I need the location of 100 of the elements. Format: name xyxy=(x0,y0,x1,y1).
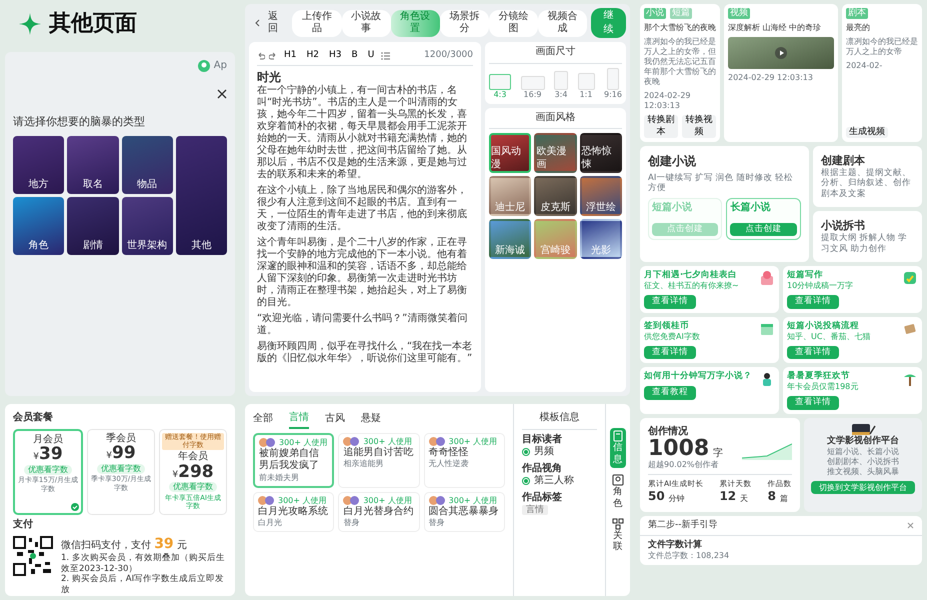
template-card[interactable]: 300+ 人使用 圆合其恶暴暴身 替身 xyxy=(424,492,505,532)
ratio-label: 3:4 xyxy=(554,90,568,100)
sparkle-icon xyxy=(19,13,41,35)
category-tile[interactable]: 角色 xyxy=(13,197,64,256)
category-tab[interactable]: 古风 xyxy=(325,412,345,428)
username: Ap xyxy=(214,60,227,72)
type-tag: 小说 xyxy=(644,8,666,20)
template-title: 奇奇怪怪 xyxy=(428,446,470,459)
undo-icon[interactable] xyxy=(257,52,265,60)
card-title: 小说拆书 xyxy=(820,219,866,233)
close-icon[interactable] xyxy=(217,88,227,98)
ratio-label: 16:9 xyxy=(524,90,542,100)
card-title: 创作情况 xyxy=(648,426,689,438)
article-excerpt: 凛冽如今的我已经是万人之上的女帝，但我仍然无法忘记五百年前那个大雪纷飞的夜晚 xyxy=(644,37,716,88)
back-link[interactable]: 返回 xyxy=(249,10,288,36)
perk-label: 优惠看字数 xyxy=(169,482,217,492)
section-title: 支付 xyxy=(13,519,34,532)
template-card[interactable]: 300+ 人使用 白月光替身合约 替身 xyxy=(338,492,420,532)
template-title: 圆合其恶暴暴身 xyxy=(428,506,500,518)
document-icon xyxy=(612,430,624,442)
list-icon[interactable] xyxy=(381,52,390,60)
step-tab[interactable]: 视频合成 xyxy=(538,10,588,36)
style-option[interactable]: 皮克斯 xyxy=(534,176,577,216)
document-title: 时光 xyxy=(257,70,282,85)
timestamp: 2024-02-29 12:03:13 xyxy=(644,91,692,112)
action-button[interactable]: 生成视频 xyxy=(846,126,888,138)
style-option[interactable]: 国风动漫 xyxy=(489,133,532,173)
payment-note: 2. 购买会员后，AI写作字数生成后立即发放 xyxy=(61,574,226,596)
play-icon[interactable] xyxy=(775,47,787,60)
grid-icon xyxy=(612,518,624,530)
category-tile[interactable]: 其他 xyxy=(176,136,227,256)
create-script-card[interactable]: 创建剧本 根据主题、提纲文献、分析、归纳叙述、创作剧本及文案 xyxy=(812,146,922,208)
avatars-icon xyxy=(343,496,360,505)
side-tab[interactable]: 角色 xyxy=(610,472,626,512)
article-card[interactable]: 视频 深度解析 山海经 中的奇珍 2024-02-29 12:03:13 xyxy=(724,4,838,142)
card-title: 文学影视创作平台 xyxy=(826,436,899,448)
side-tab[interactable]: 关联 xyxy=(610,516,626,556)
article-card[interactable]: 剧本 最亮的 凛冽如今的我已经是万人之上的女帝 2024-02- 生成视频 xyxy=(842,4,922,142)
style-option[interactable]: 迪士尼 xyxy=(489,176,532,216)
promo-subtitle: 知乎、UC、番茄、七猫 xyxy=(787,332,870,342)
template-title: 追能男自讨苦吃 xyxy=(343,446,414,459)
step-tab[interactable]: 小说故事 xyxy=(342,10,391,36)
redo-icon[interactable] xyxy=(269,52,277,60)
ratio-label: 4:3 xyxy=(494,90,506,100)
avatars-icon xyxy=(428,437,445,446)
format-button[interactable]: B xyxy=(348,50,361,62)
unit-label: 天 xyxy=(740,494,748,504)
paragraph: 在一个宁静的小镇上，有一间古朴的书店，名叫“时光书坊”。书店的主人是一个叫清雨的女孩，她今年二十四岁，留着一头乌黑的长发，喜欢穿着简朴的衣裙，每天早晨都会用手工泥茶开始她的一天。清雨从小就对书籍充满热情，她的父母在她年幼时去世，把这间书店留给了她。从那以后，书店不仅是她的生活来源，更是她与过去的联系和未来的希望。 xyxy=(257,85,468,182)
category-tile[interactable]: 剧情 xyxy=(67,197,118,256)
card-title: 创建小说 xyxy=(648,154,697,169)
currency-symbol: ¥ xyxy=(172,470,178,480)
price-value: 39 xyxy=(39,444,63,464)
format-button[interactable]: U xyxy=(364,50,378,62)
style-option[interactable]: 恐怖惊悚 xyxy=(580,133,622,173)
stat-value: 50 xyxy=(648,488,665,504)
section-title: 画面风格 xyxy=(489,112,622,129)
option-title: 长篇小说 xyxy=(730,202,772,214)
template-card[interactable]: 300+ 人使用 被前嫂弟自信男后我发疯了 前未婚夫男 xyxy=(253,432,334,488)
template-card[interactable]: 300+ 人使用 奇奇怪怪 无人性逆袭 xyxy=(424,432,505,488)
price-value: 99 xyxy=(112,443,136,463)
format-button[interactable]: H1 xyxy=(281,50,300,62)
template-title: 白月光攻略系统 xyxy=(258,506,329,518)
category-tab[interactable]: 悬疑 xyxy=(361,412,381,428)
portrait-icon xyxy=(612,474,624,486)
format-button[interactable]: H3 xyxy=(326,50,344,62)
tag-chip: 言情 xyxy=(522,505,548,515)
category-tab[interactable]: 全部 xyxy=(253,412,273,428)
template-card[interactable]: 300+ 人使用 白月光攻略系统 白月光 xyxy=(253,492,334,532)
style-option[interactable]: 欧美漫画 xyxy=(534,133,577,173)
category-tile[interactable]: 取名 xyxy=(67,136,118,194)
paragraph: 易衡环顾四周，似乎在寻找什么，“我在找一本老版的《旧忆似水年华》，听说你们这里可能有。” xyxy=(257,341,473,366)
style-option[interactable]: 新海诚 xyxy=(489,219,532,259)
category-tile[interactable]: 物品 xyxy=(122,136,173,194)
action-button[interactable]: 转换剧本 xyxy=(644,115,678,138)
template-title: 白月光替身合约 xyxy=(343,506,414,518)
step-tab[interactable]: 上传作品 xyxy=(292,10,342,36)
plan-name: 季会员 xyxy=(105,432,137,445)
step-tab[interactable]: 分镜绘图 xyxy=(488,10,538,36)
field-label: 作品视角 xyxy=(522,462,563,475)
section-title: 画面尺寸 xyxy=(489,46,622,64)
page-title: 其他页面 xyxy=(49,10,137,38)
format-button[interactable]: H2 xyxy=(304,50,322,62)
radio-selected-icon[interactable] xyxy=(522,477,530,486)
template-card[interactable]: 300+ 人使用 追能男自讨苦吃 相亲追能男 xyxy=(338,432,420,488)
ratio-option[interactable] xyxy=(489,74,511,90)
article-card[interactable]: 小说 短篇 那个大雪纷飞的夜晚 凛冽如今的我已经是万人之上的女帝，但我仍然无法忘记五百年前那个大雪纷飞的夜晚 2024-02-29 12:03:13 转换剧本 转换视频 xyxy=(640,4,720,142)
category-tile[interactable]: 世界架构 xyxy=(122,197,173,256)
step-tab[interactable]: 场景拆分 xyxy=(440,10,489,36)
promo-subtitle: 10分钟成稿一万字 xyxy=(787,281,854,291)
card-description: 提取大纲 拆解人物 学习文风 助力创作 xyxy=(820,233,908,254)
style-option[interactable]: 浮世绘 xyxy=(580,176,622,216)
rank-text: 超越90.02%创作者 xyxy=(648,460,720,470)
novel-breakdown-card[interactable]: 小说拆书 提取大纲 拆解人物 学习文风 助力创作 xyxy=(812,211,922,262)
action-button[interactable]: 转换视频 xyxy=(682,115,716,138)
category-tile[interactable]: 地方 xyxy=(13,136,64,194)
option-label: 男频 xyxy=(534,446,554,458)
radio-selected-icon[interactable] xyxy=(522,448,530,456)
usage-count: 300+ 人使用 xyxy=(448,496,498,504)
field-label: 作品标签 xyxy=(522,492,563,504)
avatars-icon xyxy=(343,437,360,446)
